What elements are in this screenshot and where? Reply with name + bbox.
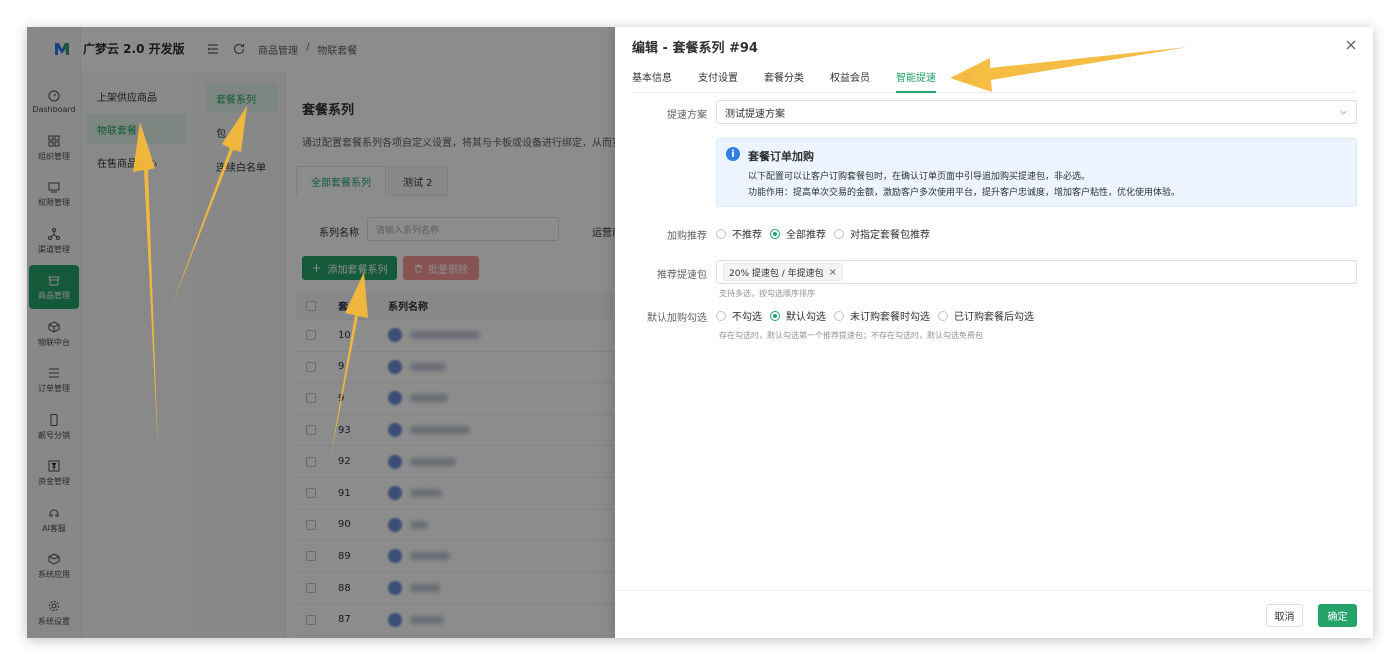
radio-label: 不推荐 xyxy=(732,230,762,241)
drawer-tab-0[interactable]: 基本信息 xyxy=(632,69,672,93)
radio-label: 全部推荐 xyxy=(786,230,826,241)
radio-label: 默认勾选 xyxy=(786,312,826,323)
default-check-hint: 存在勾选时，默认勾选第一个推荐提速包；不存在勾选时，默认勾选免费包 xyxy=(719,331,983,340)
radio-option[interactable]: 不勾选 xyxy=(716,308,762,323)
info-icon: i xyxy=(726,147,740,161)
radio-option[interactable]: 未订购套餐时勾选 xyxy=(834,308,930,323)
close-icon[interactable]: × xyxy=(829,267,837,278)
speed-packs-select[interactable]: 20% 提速包 / 年提速包 × xyxy=(716,260,1357,284)
speed-plan-value: 测试提速方案 xyxy=(725,108,785,120)
confirm-button[interactable]: 确定 xyxy=(1318,604,1357,627)
radio-option[interactable]: 默认勾选 xyxy=(770,308,826,323)
radio-label: 已订购套餐后勾选 xyxy=(954,312,1034,323)
app-window: Dashboard 组织管理 权限管理 渠道管理 商品管理 物联中台 订单管理 靓号分销 资金管… xyxy=(27,27,1373,638)
radio-label: 不勾选 xyxy=(732,312,762,323)
recommend-radio-group: 不推荐 全部推荐 对指定套餐包推荐 xyxy=(716,226,938,241)
radio-dot[interactable] xyxy=(834,228,844,239)
speed-plan-label: 提速方案 xyxy=(667,110,707,121)
info-line-2: 功能作用：提高单次交易的金额，激励客户多次使用平台，提升客户忠诚度，增加客户粘性… xyxy=(748,188,1181,198)
drawer-tab-2[interactable]: 套餐分类 xyxy=(764,69,804,93)
radio-dot[interactable] xyxy=(770,228,780,239)
speed-pack-tag: 20% 提速包 / 年提速包 × xyxy=(723,263,844,281)
radio-label: 对指定套餐包推荐 xyxy=(850,230,930,241)
default-check-label: 默认加购勾选 xyxy=(647,313,707,324)
edit-drawer: 编辑 - 套餐系列 #94 基本信息 支付设置 套餐分类 权益会员 智能提速 更 提速方案… xyxy=(615,27,1373,638)
drawer-title: 编辑 - 套餐系列 #94 xyxy=(632,41,758,56)
speed-plan-select[interactable]: 测试提速方案 xyxy=(716,100,1357,124)
radio-dot[interactable] xyxy=(770,310,780,321)
info-title: 套餐订单加购 xyxy=(748,150,814,163)
speed-packs-label: 推荐提速包 xyxy=(657,270,707,281)
drawer-tab-1[interactable]: 支付设置 xyxy=(698,69,738,93)
radio-dot[interactable] xyxy=(834,310,844,321)
chevron-down-icon xyxy=(1340,110,1347,115)
recommend-label: 加购推荐 xyxy=(667,231,707,242)
radio-option[interactable]: 全部推荐 xyxy=(770,226,826,241)
speed-pack-tag-label: 20% 提速包 / 年提速包 xyxy=(729,268,824,279)
radio-label: 未订购套餐时勾选 xyxy=(850,312,930,323)
speed-packs-hint: 支持多选，按勾选顺序排序 xyxy=(719,289,815,298)
close-icon[interactable] xyxy=(1344,38,1358,52)
drawer-tabs: 基本信息 支付设置 套餐分类 权益会员 智能提速 更 xyxy=(632,69,1356,93)
radio-option[interactable]: 已订购套餐后勾选 xyxy=(938,308,1034,323)
info-alert: i 套餐订单加购 以下配置可以让客户订购套餐包时，在确认订单页面中引导追加购买提… xyxy=(716,138,1357,207)
drawer-footer: 取消 确定 xyxy=(615,590,1373,638)
drawer-tab-5[interactable]: 更 xyxy=(962,69,972,93)
radio-option[interactable]: 不推荐 xyxy=(716,226,762,241)
radio-dot[interactable] xyxy=(716,228,726,239)
drawer-tab-3[interactable]: 权益会员 xyxy=(830,69,870,93)
radio-dot[interactable] xyxy=(938,310,948,321)
default-check-radio-group: 不勾选 默认勾选 未订购套餐时勾选 已订购套餐后勾选 xyxy=(716,308,1042,323)
drawer-tab-4[interactable]: 智能提速 xyxy=(896,69,936,93)
radio-option[interactable]: 对指定套餐包推荐 xyxy=(834,226,930,241)
info-line-1: 以下配置可以让客户订购套餐包时，在确认订单页面中引导追加购买提速包，非必选。 xyxy=(748,172,1091,182)
radio-dot[interactable] xyxy=(716,310,726,321)
cancel-button[interactable]: 取消 xyxy=(1266,604,1303,627)
